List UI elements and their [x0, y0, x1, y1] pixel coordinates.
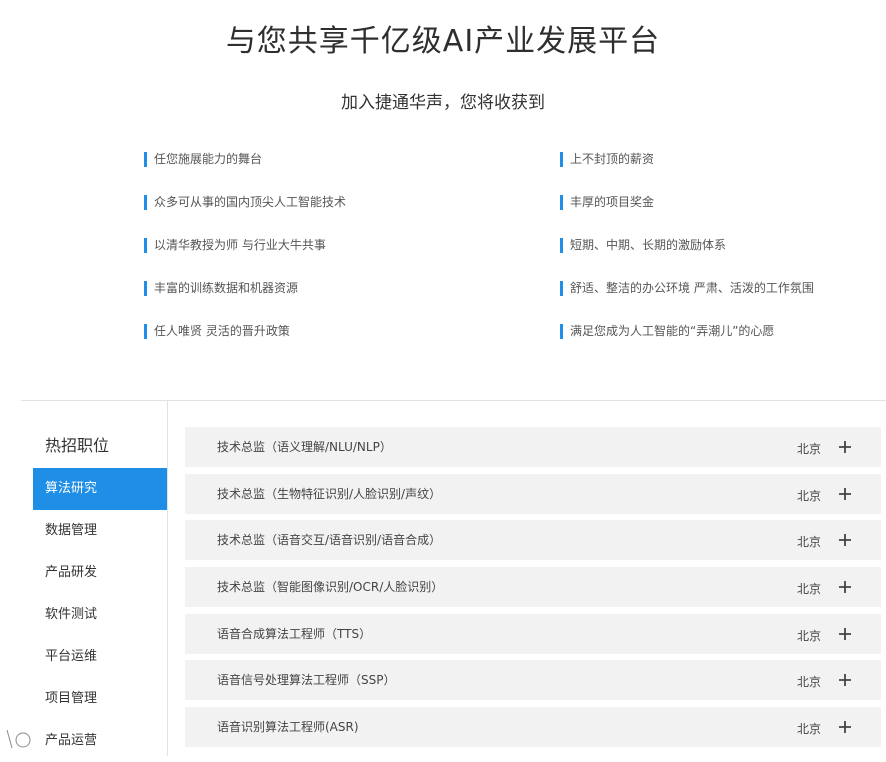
- job-title: 语音信号处理算法工程师（SSP）: [217, 673, 396, 688]
- benefit-item: 丰富的训练数据和机器资源: [144, 280, 298, 296]
- plus-icon[interactable]: [837, 719, 853, 735]
- job-title: 技术总监（智能图像识别/OCR/人脸识别）: [217, 580, 444, 595]
- accent-bar-icon: [144, 195, 147, 210]
- job-title: 语音识别算法工程师(ASR): [217, 720, 359, 735]
- accent-bar-icon: [144, 152, 147, 167]
- job-row[interactable]: 语音合成算法工程师（TTS） 北京: [185, 613, 881, 654]
- plus-icon[interactable]: [837, 626, 853, 642]
- benefit-label: 丰厚的项目奖金: [570, 195, 655, 209]
- plus-icon[interactable]: [837, 439, 853, 455]
- job-city: 北京: [796, 442, 821, 456]
- accent-bar-icon: [144, 238, 147, 253]
- page-subtitle: 加入捷通华声，您将收获到: [341, 93, 545, 113]
- sidebar-item-algorithm-research[interactable]: 算法研究: [33, 468, 167, 510]
- job-title: 技术总监（语义理解/NLU/NLP）: [217, 440, 392, 454]
- benefit-item: 任您施展能力的舞台: [144, 151, 262, 167]
- job-row[interactable]: 技术总监（语义理解/NLU/NLP） 北京: [185, 427, 881, 467]
- benefit-label: 满足您成为人工智能的“弄潮儿”的心愿: [570, 324, 775, 338]
- benefit-label: 短期、中期、长期的激励体系: [570, 238, 727, 252]
- benefit-item: 以清华教授为师 与行业大牛共事: [144, 237, 326, 253]
- job-row[interactable]: 语音识别算法工程师(ASR) 北京: [185, 707, 881, 748]
- benefit-label: 上不封顶的薪资: [570, 152, 655, 166]
- sidebar-item-project-management[interactable]: 项目管理: [33, 678, 167, 720]
- benefit-label: 任您施展能力的舞台: [154, 152, 263, 166]
- plus-icon[interactable]: [837, 532, 853, 548]
- sidebar-item-platform-ops[interactable]: 平台运维: [33, 636, 167, 678]
- benefit-item: 众多可从事的国内顶尖人工智能技术: [144, 194, 346, 210]
- sidebar-item-product-development[interactable]: 产品研发: [33, 552, 167, 594]
- benefit-label: 众多可从事的国内顶尖人工智能技术: [154, 195, 347, 209]
- plus-icon[interactable]: [837, 672, 853, 688]
- job-city: 北京: [796, 488, 821, 503]
- accent-bar-icon: [560, 324, 563, 339]
- job-city: 北京: [796, 722, 821, 737]
- job-row[interactable]: 技术总监（智能图像识别/OCR/人脸识别） 北京: [185, 567, 881, 608]
- benefit-item: 短期、中期、长期的激励体系: [560, 237, 726, 253]
- benefit-label: 丰富的训练数据和机器资源: [154, 281, 299, 295]
- benefit-label: 舒适、整洁的办公环境 严肃、活泼的工作氛围: [570, 281, 814, 295]
- page-title: 与您共享千亿级AI产业发展平台: [225, 24, 661, 59]
- sidebar-item-data-management[interactable]: 数据管理: [33, 510, 167, 552]
- accent-bar-icon: [560, 195, 563, 210]
- benefit-item: 满足您成为人工智能的“弄潮儿”的心愿: [560, 323, 774, 339]
- accent-bar-icon: [560, 152, 563, 167]
- accent-bar-icon: [560, 238, 563, 253]
- sidebar-divider: [167, 401, 168, 756]
- job-title: 语音合成算法工程师（TTS）: [217, 626, 372, 641]
- benefit-item: 丰厚的项目奖金: [560, 194, 654, 210]
- job-title: 技术总监（生物特征识别/人脸识别/声纹）: [217, 486, 442, 501]
- job-title: 技术总监（语音交互/语音识别/语音合成）: [217, 533, 442, 548]
- job-city: 北京: [796, 582, 821, 597]
- accent-bar-icon: [560, 281, 563, 296]
- plus-icon[interactable]: [837, 486, 853, 502]
- job-row[interactable]: 技术总监（语音交互/语音识别/语音合成） 北京: [185, 520, 881, 561]
- benefit-item: 上不封顶的薪资: [560, 151, 654, 167]
- benefit-item: 舒适、整洁的办公环境 严肃、活泼的工作氛围: [560, 280, 814, 296]
- accent-bar-icon: [144, 324, 147, 339]
- job-row[interactable]: 技术总监（生物特征识别/人脸识别/声纹） 北京: [185, 473, 881, 514]
- accent-bar-icon: [144, 281, 147, 296]
- watermark-logo-icon: [4, 729, 38, 756]
- benefit-label: 以清华教授为师 与行业大牛共事: [154, 238, 326, 252]
- sidebar-item-software-testing[interactable]: 软件测试: [33, 594, 167, 636]
- job-row[interactable]: 语音信号处理算法工程师（SSP） 北京: [185, 660, 881, 701]
- job-list: 技术总监（语义理解/NLU/NLP） 北京 技术总监（生物特征识别/人脸识别/声…: [185, 427, 881, 754]
- job-city: 北京: [796, 535, 821, 550]
- plus-icon[interactable]: [837, 579, 853, 595]
- job-city: 北京: [796, 628, 821, 643]
- benefit-item: 任人唯贤 灵活的晋升政策: [144, 323, 290, 339]
- watermark: [4, 726, 122, 754]
- job-city: 北京: [796, 675, 821, 690]
- benefit-label: 任人唯贤 灵活的晋升政策: [154, 324, 290, 338]
- sidebar-heading: 热招职位: [45, 436, 110, 455]
- section-divider: [21, 400, 886, 401]
- category-sidebar: 热招职位 算法研究 数据管理 产品研发 软件测试 平台运维 项目管理 产品运营: [33, 424, 167, 762]
